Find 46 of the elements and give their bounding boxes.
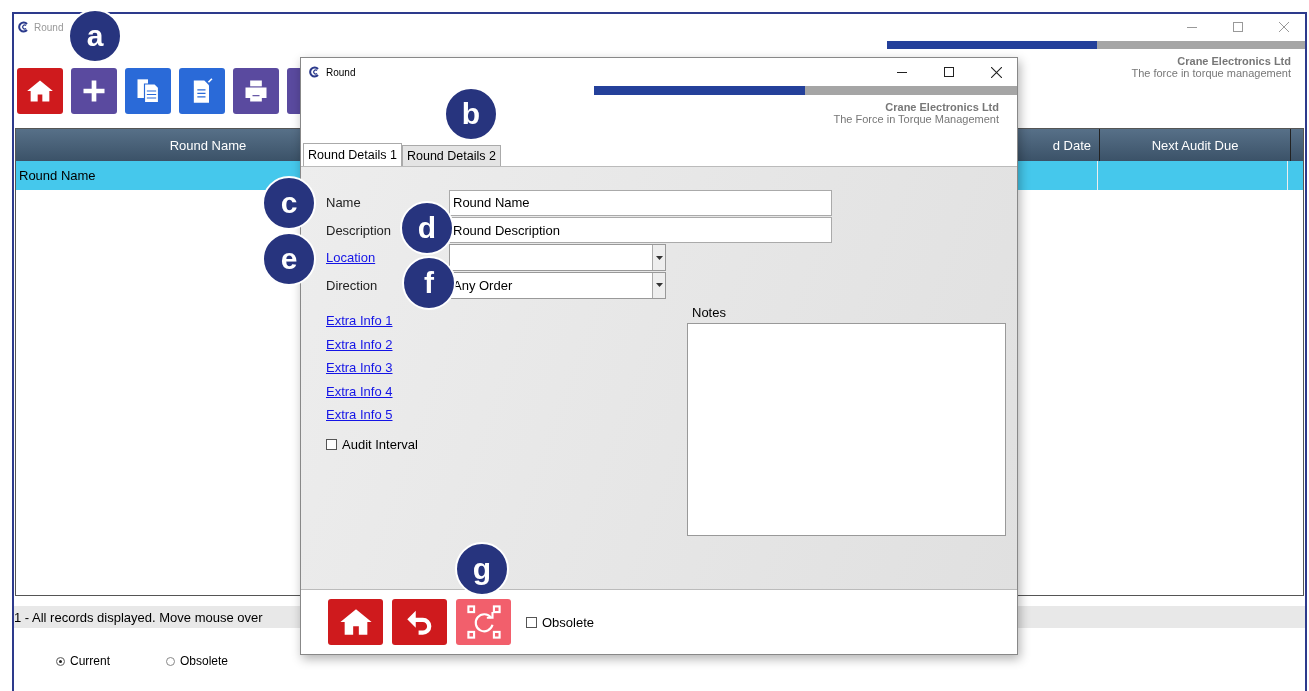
radio-button[interactable] (56, 656, 65, 666)
home-button[interactable] (328, 599, 383, 645)
extra-info-link[interactable]: Extra Info 4 (326, 383, 393, 399)
edit-button[interactable] (179, 68, 225, 114)
radio-label[interactable]: Current (70, 654, 110, 668)
dialog-title: Round (326, 66, 356, 78)
window-title: Round (34, 21, 64, 33)
notes-label: Notes (691, 305, 727, 320)
field-label: Name (326, 195, 361, 211)
tab[interactable]: Round Details 1 (303, 143, 402, 166)
caret-icon (655, 283, 663, 288)
company-name: Crane Electronics Ltd (885, 101, 999, 113)
radio-button[interactable] (166, 656, 175, 666)
logo-icon (18, 21, 30, 33)
checkbox-label[interactable]: Audit Interval (342, 436, 418, 452)
undo-button[interactable] (392, 599, 447, 645)
refresh-icon (466, 605, 501, 639)
status-text: 1 - All records displayed. Move mouse over (14, 609, 263, 625)
extra-info-link[interactable]: Extra Info 5 (326, 407, 393, 422)
extra-info-link[interactable]: Extra Info 3 (326, 360, 393, 375)
print-button[interactable] (233, 68, 279, 114)
extra-info-link[interactable]: Extra Info 1 (326, 313, 393, 328)
notes-field[interactable] (687, 323, 1006, 536)
field-label: Direction (326, 277, 378, 293)
radio-label[interactable]: Obsolete (180, 654, 229, 668)
logo-icon (309, 66, 321, 78)
field-link[interactable]: Location (326, 250, 376, 266)
checkbox[interactable] (526, 616, 537, 628)
field-label: Description (326, 222, 392, 238)
home-button[interactable] (17, 68, 63, 114)
tab[interactable]: Round Details 2 (401, 145, 501, 166)
checkbox-label[interactable]: Obsolete (542, 614, 595, 630)
close-icon[interactable] (990, 66, 1002, 78)
extra-info-link[interactable]: Extra Info 2 (326, 336, 393, 352)
add-button[interactable] (71, 68, 117, 114)
dropdown-field[interactable] (449, 244, 666, 272)
checkbox[interactable] (326, 438, 337, 450)
text-field[interactable]: Round Name (449, 189, 832, 216)
text-field[interactable]: Round Description (449, 217, 832, 244)
company-tagline: The force in torque management (1131, 67, 1291, 79)
company-tagline: The Force in Torque Management (833, 113, 999, 125)
caret-icon (655, 255, 663, 260)
maximize-icon[interactable] (944, 67, 954, 77)
minimize-icon[interactable] (897, 71, 907, 73)
company-name: Crane Electronics Ltd (1177, 55, 1291, 67)
copy-button[interactable] (125, 68, 171, 114)
